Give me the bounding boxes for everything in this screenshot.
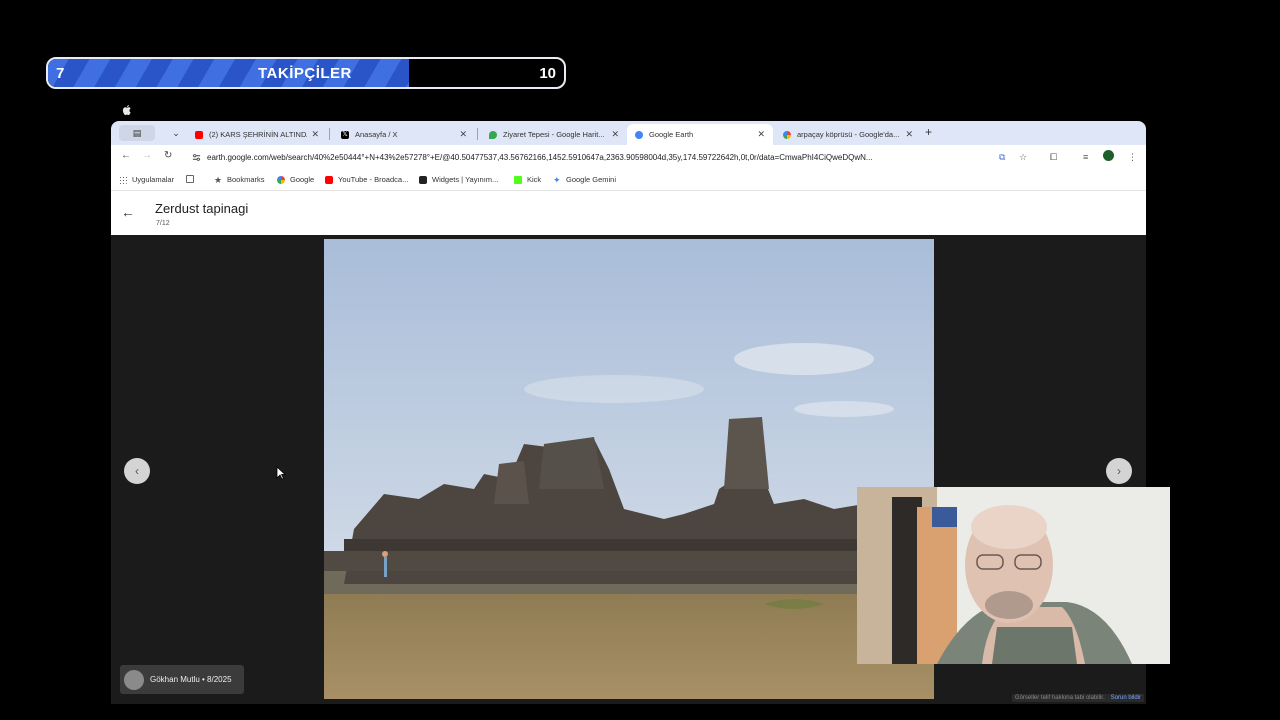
new-tab-button[interactable]: +	[925, 125, 932, 139]
star-icon: ★	[214, 174, 223, 185]
followers-progress-fill	[48, 59, 410, 87]
bookmark-label: Google	[290, 175, 315, 184]
followers-progress-bar: 7 TAKİPÇİLER 10	[46, 57, 566, 89]
reload-icon[interactable]: ↻	[164, 150, 172, 161]
google-icon	[783, 130, 791, 139]
tab-label: Google Earth	[649, 130, 694, 139]
url-text: earth.google.com/web/search/40%2e50444°+…	[207, 153, 873, 162]
grid-icon	[186, 175, 194, 183]
close-icon[interactable]: ✕	[311, 129, 319, 140]
plus-icon: +	[925, 125, 933, 139]
youtube-icon	[325, 175, 333, 184]
tab-label: (2) KARS ŞEHRİNİN ALTINDA...	[209, 130, 308, 139]
tab-groups-button[interactable]: ▤	[119, 125, 155, 141]
youtube-icon	[195, 130, 203, 139]
close-icon[interactable]: ✕	[459, 129, 467, 140]
bookmark-google[interactable]: Google	[277, 175, 314, 184]
followers-goal: 10	[539, 65, 556, 82]
bookmark-kick[interactable]: Kick	[514, 175, 541, 184]
bookmark-youtube[interactable]: YouTube - Broadca...	[325, 175, 408, 184]
bookmark-label: Widgets | Yayınım...	[432, 175, 499, 184]
tab-divider	[477, 128, 478, 140]
tab-label: Ziyaret Tepesi - Google Harit...	[503, 130, 605, 139]
tab-strip: ▤ ⌄ (2) KARS ŞEHRİNİN ALTINDA... ✕ 𝕏 Ana…	[111, 121, 1146, 145]
maps-pin-icon	[489, 130, 497, 139]
previous-photo-button[interactable]: ‹	[124, 458, 150, 484]
bookmark-grid[interactable]	[186, 175, 199, 183]
browser-toolbar: ← → ↻ earth.google.com/web/search/40%2e5…	[111, 145, 1146, 170]
copyright-notice: Görseller telif hakkına tabi olabilir. So…	[1011, 694, 1144, 702]
close-icon[interactable]: ✕	[905, 129, 913, 140]
bookmark-label: Google Gemini	[566, 175, 617, 184]
star-icon[interactable]: ☆	[1019, 152, 1027, 163]
bookmark-gemini[interactable]: ✦ Google Gemini	[553, 175, 616, 184]
bookmark-apps[interactable]: Uygulamalar	[119, 175, 174, 184]
tab-divider	[329, 128, 330, 140]
forward-icon[interactable]: →	[142, 150, 152, 161]
sidebar-icon: ▤	[132, 127, 142, 138]
tab-google-search[interactable]: arpaçay köprüsü - Google'da... ✕	[775, 124, 921, 145]
place-photo	[324, 239, 934, 699]
tab-youtube[interactable]: (2) KARS ŞEHRİNİN ALTINDA... ✕	[187, 124, 327, 145]
followers-current: 7	[56, 65, 65, 82]
bookmark-label: Uygulamalar	[132, 175, 175, 184]
profile-avatar[interactable]	[1103, 150, 1114, 161]
tab-x[interactable]: 𝕏 Anasayfa / X ✕	[333, 124, 475, 145]
bookmark-label: Kick	[527, 175, 542, 184]
back-arrow-icon[interactable]: ←	[121, 204, 135, 220]
kick-icon	[514, 175, 522, 184]
bookmark-widgets[interactable]: Widgets | Yayınım...	[419, 175, 498, 184]
widgets-icon	[419, 175, 427, 184]
google-icon	[277, 175, 285, 184]
install-app-icon[interactable]: ⧉	[999, 152, 1005, 163]
tab-search-button[interactable]: ⌄	[169, 125, 183, 141]
site-info-icon[interactable]	[192, 153, 201, 162]
gemini-icon: ✦	[553, 174, 561, 185]
bookmark-label: YouTube - Broadca...	[338, 175, 409, 184]
bookmarks-bar: Uygulamalar ★ Bookmarks Google YouTube -…	[111, 170, 1146, 191]
photo-attribution[interactable]: Gökhan Mutlu • 8/2025	[120, 665, 244, 694]
close-icon[interactable]: ✕	[611, 129, 619, 140]
photo-viewer-header: ← Zerdust tapinagi 7/12	[111, 191, 1146, 235]
close-icon[interactable]: ✕	[757, 129, 765, 140]
tab-label: arpaçay köprüsü - Google'da...	[797, 130, 900, 139]
chevron-down-icon: ⌄	[172, 127, 180, 138]
report-problem-link[interactable]: Sorun bildir	[1111, 695, 1141, 701]
tab-google-earth[interactable]: Google Earth ✕	[627, 124, 773, 145]
chevron-right-icon: ›	[1117, 464, 1121, 478]
media-controls-icon[interactable]: ≡	[1083, 152, 1088, 162]
menu-kebab-icon[interactable]: ⋮	[1128, 152, 1137, 163]
tab-maps[interactable]: Ziyaret Tepesi - Google Harit... ✕	[481, 124, 627, 145]
webcam-overlay	[857, 487, 1170, 664]
photo-counter: 7/12	[156, 220, 170, 227]
tab-label: Anasayfa / X	[355, 130, 398, 139]
bookmark-bookmarks[interactable]: ★ Bookmarks	[214, 175, 265, 184]
earth-icon	[635, 130, 643, 139]
back-icon[interactable]: ←	[121, 150, 131, 161]
address-bar[interactable]: earth.google.com/web/search/40%2e50444°+…	[187, 149, 1017, 166]
copyright-text: Görseller telif hakkına tabi olabilir.	[1014, 695, 1105, 701]
place-title: Zerdust tapinagi	[155, 201, 249, 216]
next-photo-button[interactable]: ›	[1106, 458, 1132, 484]
mouse-cursor-icon	[276, 466, 286, 480]
bookmark-label: Bookmarks	[227, 175, 265, 184]
extensions-icon[interactable]: ⧠	[1050, 152, 1057, 163]
x-icon: 𝕏	[341, 130, 349, 139]
chevron-left-icon: ‹	[135, 464, 139, 478]
apple-logo-icon	[122, 104, 132, 116]
attribution-text: Gökhan Mutlu • 8/2025	[150, 675, 232, 684]
followers-title: TAKİPÇİLER	[258, 65, 352, 82]
contributor-avatar	[124, 669, 144, 690]
apps-grid-icon	[119, 175, 127, 184]
